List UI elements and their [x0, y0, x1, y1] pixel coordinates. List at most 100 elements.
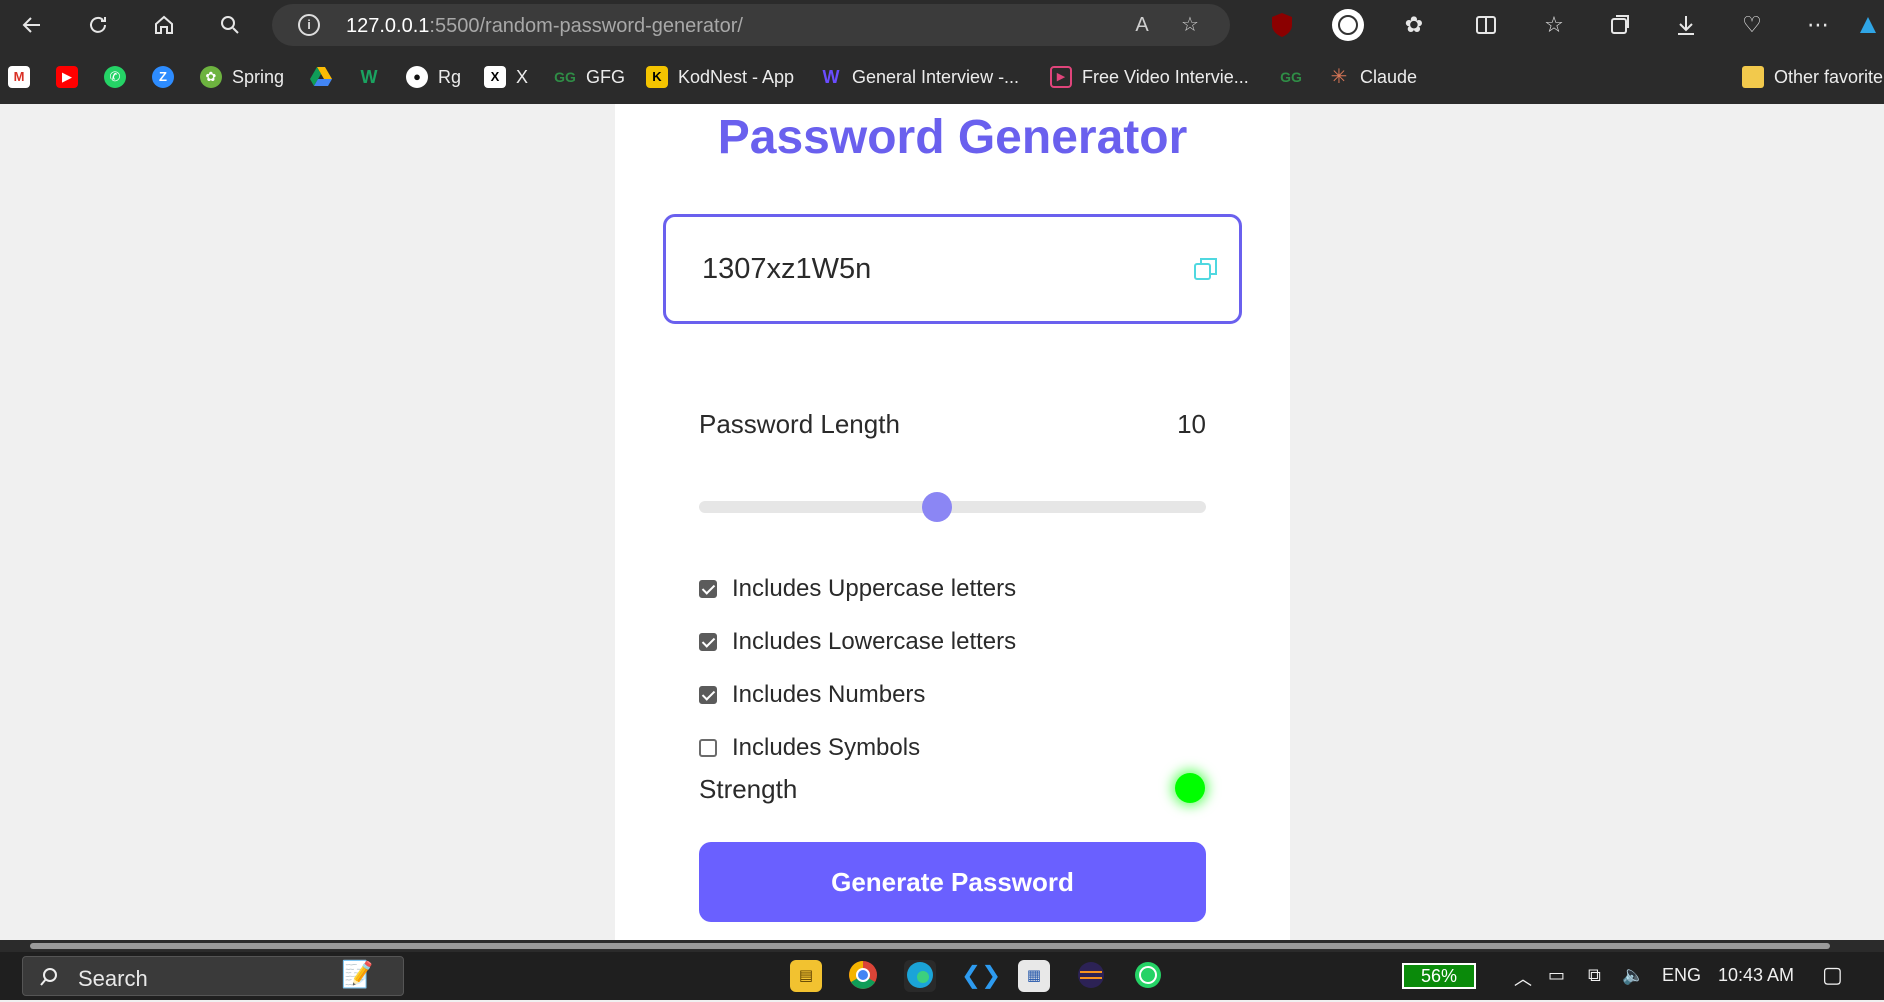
language-indicator[interactable]: ENG: [1662, 965, 1701, 986]
clock[interactable]: 10:43 AM: [1718, 965, 1794, 986]
more-menu-icon[interactable]: ⋯: [1800, 7, 1836, 43]
bookmark-zoom[interactable]: Z: [152, 64, 184, 90]
search-icon[interactable]: [212, 7, 248, 43]
strength-indicator: [1175, 773, 1205, 803]
password-value[interactable]: 1307xz1W5n: [702, 253, 871, 286]
notifications-icon[interactable]: ▢: [1822, 962, 1843, 988]
password-length-value: 10: [1177, 409, 1206, 439]
extension-circle-icon[interactable]: [1330, 7, 1366, 43]
address-bar[interactable]: i 127.0.0.1:5500/random-password-generat…: [272, 4, 1230, 46]
w-purple-icon: W: [822, 67, 840, 87]
bookmark-kodnest[interactable]: K KodNest - App: [646, 64, 794, 90]
bookmark-label: Rg: [438, 66, 462, 87]
ublock-icon[interactable]: [1264, 7, 1300, 43]
url-host: 127.0.0.1: [346, 15, 430, 37]
search-highlight-icon: 📝: [341, 959, 374, 989]
collections-icon[interactable]: [1602, 7, 1638, 43]
windows-taskbar: Search 📝 ▤ ❮❯ ▦ 56% ︿ ▭ ⧉ 🔈 ENG 10:43 AM…: [0, 952, 1884, 1000]
bookmark-label: Spring: [232, 66, 285, 87]
downloads-icon[interactable]: [1668, 7, 1704, 43]
show-hidden-icons[interactable]: ︿: [1514, 965, 1532, 991]
bookmark-label: General Interview -...: [852, 66, 1020, 87]
kodnest-icon: K: [646, 66, 668, 88]
generate-password-button[interactable]: Generate Password: [699, 842, 1206, 922]
taskbar-search-box[interactable]: Search 📝: [22, 956, 404, 996]
numbers-checkbox[interactable]: [699, 686, 717, 704]
taskbar-search-label: Search: [78, 966, 148, 991]
back-icon[interactable]: [14, 7, 50, 43]
lowercase-checkbox[interactable]: [699, 633, 717, 651]
meet-icon[interactable]: ⧉: [1588, 965, 1601, 986]
bookmark-w[interactable]: W: [358, 64, 390, 90]
battery-indicator[interactable]: 56%: [1402, 963, 1476, 989]
gfg-icon: GG: [554, 69, 576, 85]
bookmark-gfg-2[interactable]: GG: [1280, 64, 1312, 90]
read-aloud-icon[interactable]: A: [1128, 11, 1156, 39]
bookmark-other-favorites[interactable]: Other favorite: [1742, 64, 1883, 90]
vscode-icon[interactable]: ❮❯: [961, 960, 1001, 992]
x-icon: X: [484, 66, 506, 88]
bookmark-spring[interactable]: ✿ Spring: [200, 64, 284, 90]
horizontal-scrollbar[interactable]: [0, 940, 1884, 952]
copy-icon[interactable]: [1191, 254, 1221, 284]
file-manager-icon[interactable]: ▦: [1018, 960, 1050, 992]
bookmarks-bar: M ▶ ✆ Z ✿ Spring W ● Rg X X GG GFG K Kod…: [0, 56, 1884, 96]
bookmark-free-video-interview[interactable]: ▶ Free Video Intervie...: [1050, 64, 1249, 90]
home-icon[interactable]: [146, 7, 182, 43]
chrome-icon[interactable]: [847, 960, 879, 992]
bookmark-general-interview[interactable]: W General Interview -...: [820, 64, 1020, 90]
option-label: Includes Lowercase letters: [732, 628, 1017, 655]
bookmark-label: Other favorite: [1774, 66, 1884, 87]
password-display[interactable]: 1307xz1W5n: [663, 214, 1242, 324]
edge-icon[interactable]: [904, 960, 936, 992]
whatsapp-icon: ✆: [104, 66, 126, 88]
eclipse-icon[interactable]: [1075, 960, 1107, 992]
battery-icon[interactable]: ▭: [1548, 965, 1565, 986]
folder-icon: [1742, 66, 1764, 88]
browser-essentials-icon[interactable]: ♡: [1734, 7, 1770, 43]
video-icon: ▶: [1050, 66, 1072, 88]
copilot-icon[interactable]: [1852, 7, 1884, 43]
length-slider[interactable]: [699, 492, 1206, 522]
bookmark-whatsapp[interactable]: ✆: [104, 64, 136, 90]
address-url[interactable]: 127.0.0.1:5500/random-password-generator…: [346, 15, 743, 38]
option-label: Includes Symbols: [732, 734, 921, 761]
whatsapp-taskbar-icon[interactable]: [1132, 960, 1164, 992]
favorites-icon[interactable]: ☆: [1536, 7, 1572, 43]
symbols-checkbox[interactable]: [699, 739, 717, 757]
option-uppercase[interactable]: Includes Uppercase letters: [699, 574, 1016, 604]
bookmark-github[interactable]: ● Rg: [406, 64, 461, 90]
browser-nav-row: i 127.0.0.1:5500/random-password-generat…: [0, 0, 1884, 50]
option-label: Includes Uppercase letters: [732, 575, 1017, 602]
gmail-icon: M: [8, 66, 30, 88]
favorite-star-icon[interactable]: ☆: [1176, 11, 1204, 39]
option-lowercase[interactable]: Includes Lowercase letters: [699, 627, 1016, 657]
youtube-icon: ▶: [56, 66, 78, 88]
volume-icon[interactable]: 🔈: [1622, 965, 1644, 986]
option-numbers[interactable]: Includes Numbers: [699, 680, 925, 710]
scrollbar-thumb[interactable]: [30, 943, 1830, 949]
file-explorer-icon[interactable]: ▤: [790, 960, 822, 992]
bookmark-claude[interactable]: ✳ Claude: [1328, 64, 1417, 90]
page-title: Password Generator: [717, 111, 1188, 164]
search-icon: [40, 968, 57, 986]
option-symbols[interactable]: Includes Symbols: [699, 733, 920, 763]
length-slider-thumb[interactable]: [922, 492, 953, 522]
strength-label: Strength: [699, 774, 798, 804]
bookmark-x[interactable]: X X: [484, 64, 528, 90]
bookmark-label: Free Video Intervie...: [1082, 66, 1249, 87]
option-label: Includes Numbers: [732, 681, 926, 708]
url-path: :5500/random-password-generator/: [429, 15, 743, 37]
refresh-icon[interactable]: [80, 7, 116, 43]
spring-icon: ✿: [200, 66, 222, 88]
bookmark-youtube[interactable]: ▶: [56, 64, 88, 90]
uppercase-checkbox[interactable]: [699, 580, 717, 598]
gfg-icon: GG: [1280, 69, 1302, 85]
extensions-icon[interactable]: ✿: [1396, 7, 1432, 43]
bookmark-google-drive[interactable]: [310, 64, 342, 90]
page-viewport: Password Generator 1307xz1W5n Password L…: [0, 104, 1884, 940]
site-info-icon[interactable]: i: [298, 14, 320, 36]
split-screen-icon[interactable]: [1468, 7, 1504, 43]
bookmark-gmail[interactable]: M: [8, 64, 40, 90]
bookmark-gfg[interactable]: GG GFG: [554, 64, 625, 90]
